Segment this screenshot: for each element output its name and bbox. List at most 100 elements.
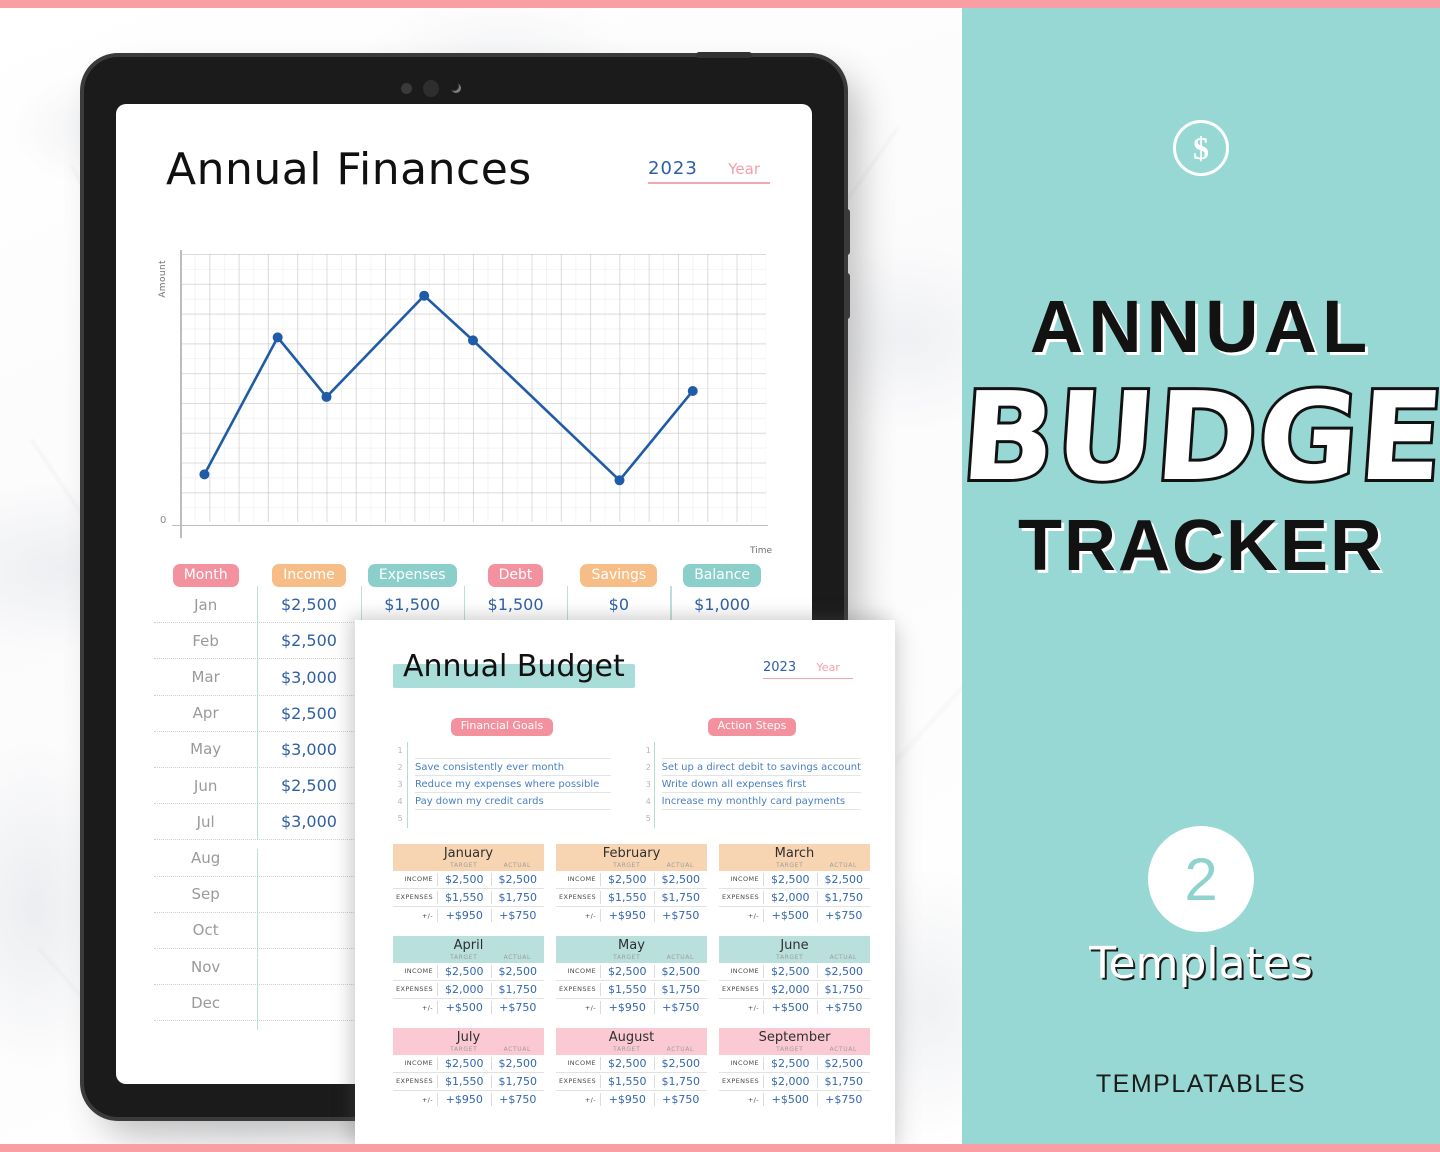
budget-year-field[interactable]: 2023 Year: [763, 658, 853, 680]
row-label: INCOME: [730, 967, 759, 976]
value-actual[interactable]: $1,750: [653, 982, 708, 996]
value-target[interactable]: $1,550: [437, 1074, 491, 1088]
value-actual[interactable]: $2,500: [816, 964, 871, 978]
budget-year-value: 2023: [763, 660, 797, 675]
value-target[interactable]: $1,550: [437, 890, 491, 904]
value-target[interactable]: $2,500: [763, 1056, 817, 1070]
value-target[interactable]: $2,500: [763, 964, 817, 978]
value-actual[interactable]: $2,500: [653, 1056, 708, 1070]
list-item[interactable]: Pay down my credit cards: [415, 793, 611, 811]
value-actual[interactable]: +$750: [653, 1093, 708, 1107]
cell-income[interactable]: $3,000: [257, 730, 360, 767]
row-label: INCOME: [730, 875, 759, 884]
financial-goals-lines[interactable]: Save consistently ever month Reduce my ex…: [407, 741, 611, 828]
month-card-row-expenses: EXPENSES $1,550 $1,750: [393, 1073, 544, 1091]
cell-balance[interactable]: $1,000: [670, 586, 773, 623]
value-target[interactable]: +$500: [763, 909, 817, 923]
promo-line-1: ANNUAL: [1029, 285, 1373, 368]
finances-header: Annual Finances 2023 Year: [154, 140, 774, 214]
month-card-subheader: TARGET ACTUAL: [556, 861, 707, 871]
cell-savings[interactable]: $0: [567, 586, 670, 623]
value-target[interactable]: $2,000: [763, 982, 817, 996]
cell-month: May: [190, 740, 222, 759]
value-actual[interactable]: $2,500: [490, 1056, 545, 1070]
value-target[interactable]: +$500: [763, 1001, 817, 1015]
cell-income[interactable]: $3,000: [257, 658, 360, 695]
subheader-s2: ACTUAL: [666, 953, 694, 961]
value-target[interactable]: $2,500: [437, 872, 491, 886]
volume-down-button[interactable]: [844, 273, 850, 319]
finances-col-header-5: Balance: [670, 564, 773, 588]
value-actual[interactable]: +$750: [490, 1093, 545, 1107]
cell-debt[interactable]: $1,500: [463, 586, 567, 623]
value-actual[interactable]: +$750: [816, 909, 871, 923]
value-actual[interactable]: +$750: [490, 1001, 545, 1015]
cell-income[interactable]: $2,500: [257, 767, 360, 804]
value-actual[interactable]: +$750: [816, 1001, 871, 1015]
value-target[interactable]: $2,500: [600, 964, 654, 978]
value-actual[interactable]: $2,500: [490, 872, 545, 886]
value-target[interactable]: $1,550: [600, 1074, 654, 1088]
value-actual[interactable]: $1,750: [816, 982, 871, 996]
list-item[interactable]: Write down all expenses first: [661, 776, 861, 794]
column-pill: Expenses: [367, 564, 457, 588]
table-row[interactable]: Jan $2,500 $1,500 $1,500 $0 $1,000: [154, 586, 774, 624]
value-actual[interactable]: $2,500: [816, 872, 871, 886]
cell-income[interactable]: $2,500: [257, 694, 360, 731]
budget-year-label: Year: [816, 661, 840, 674]
list-item[interactable]: [662, 810, 861, 827]
value-target[interactable]: $1,550: [600, 890, 654, 904]
list-item[interactable]: Set up a direct debit to savings account: [661, 759, 861, 777]
value-target[interactable]: $2,000: [437, 982, 491, 996]
value-target[interactable]: $1,550: [600, 982, 654, 996]
list-item[interactable]: Reduce my expenses where possible: [415, 776, 611, 794]
cell-expenses[interactable]: $1,500: [360, 586, 464, 623]
value-target[interactable]: $2,500: [600, 1056, 654, 1070]
value-target[interactable]: +$500: [763, 1093, 817, 1107]
action-steps-lines[interactable]: Set up a direct debit to savings account…: [653, 741, 861, 828]
value-actual[interactable]: $2,500: [653, 964, 708, 978]
finances-year-field[interactable]: 2023 Year: [648, 158, 770, 184]
value-actual[interactable]: $1,750: [653, 890, 708, 904]
value-target[interactable]: $2,500: [600, 872, 654, 886]
value-target[interactable]: +$950: [600, 909, 654, 923]
value-target[interactable]: $2,000: [763, 890, 817, 904]
subheader-s2: ACTUAL: [503, 953, 531, 961]
value-target[interactable]: $2,500: [437, 1056, 491, 1070]
value-target[interactable]: +$500: [437, 1001, 491, 1015]
value-target[interactable]: +$950: [437, 1093, 491, 1107]
value-actual[interactable]: $1,750: [490, 890, 545, 904]
value-actual[interactable]: $1,750: [816, 890, 871, 904]
cell-income[interactable]: $3,000: [257, 803, 360, 840]
month-card-row-diff: +/- +$500 +$750: [719, 1091, 870, 1109]
value-actual[interactable]: $1,750: [816, 1074, 871, 1088]
cell-income[interactable]: $2,500: [257, 622, 360, 659]
list-item[interactable]: Save consistently ever month: [415, 759, 611, 777]
value-target[interactable]: $2,500: [437, 964, 491, 978]
value-actual[interactable]: $2,500: [490, 964, 545, 978]
value-target[interactable]: +$950: [600, 1093, 654, 1107]
value-actual[interactable]: $1,750: [653, 1074, 708, 1088]
value-target[interactable]: +$950: [437, 909, 491, 923]
value-actual[interactable]: +$750: [653, 909, 708, 923]
volume-up-button[interactable]: [844, 209, 850, 255]
value-actual[interactable]: $1,750: [490, 1074, 545, 1088]
list-number: 2: [645, 762, 651, 772]
value-actual[interactable]: $2,500: [653, 872, 708, 886]
power-button[interactable]: [696, 52, 752, 58]
list-item[interactable]: [415, 810, 611, 827]
value-actual[interactable]: $1,750: [490, 982, 545, 996]
value-actual[interactable]: +$750: [490, 909, 545, 923]
list-item[interactable]: [661, 742, 861, 759]
month-budget-card: February TARGET ACTUAL INCOME $2,500 $2,500 EX…: [556, 843, 708, 925]
subheader-s2: ACTUAL: [829, 861, 857, 869]
list-item[interactable]: [415, 742, 611, 759]
list-item[interactable]: Increase my monthly card payments: [661, 793, 861, 811]
value-actual[interactable]: $2,500: [816, 1056, 871, 1070]
value-target[interactable]: +$950: [600, 1001, 654, 1015]
value-target[interactable]: $2,000: [763, 1074, 817, 1088]
value-actual[interactable]: +$750: [816, 1093, 871, 1107]
value-actual[interactable]: +$750: [653, 1001, 708, 1015]
cell-income[interactable]: $2,500: [257, 586, 360, 623]
value-target[interactable]: $2,500: [763, 872, 817, 886]
